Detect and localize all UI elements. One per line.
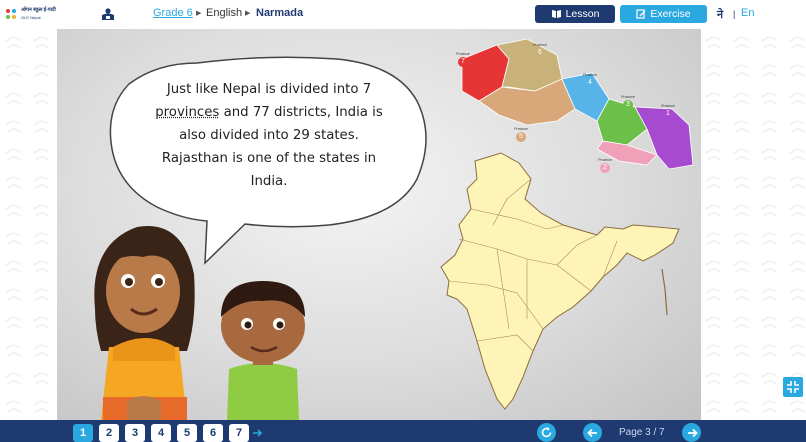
logo-subtitle: OLE Nepal	[21, 15, 41, 20]
page-button-6[interactable]: 6	[203, 424, 223, 442]
book-icon	[551, 10, 561, 18]
india-outline	[440, 152, 680, 410]
fullscreen-toggle-button[interactable]	[783, 377, 803, 397]
breadcrumb-separator-icon: ▶	[245, 10, 251, 17]
breadcrumb-lesson: Narmada	[256, 7, 304, 19]
next-page-button[interactable]	[682, 423, 701, 442]
edit-icon	[636, 9, 646, 19]
speech-line-4: Rajasthan is one of the states in	[161, 151, 377, 166]
replay-button[interactable]	[537, 423, 556, 442]
language-nepali[interactable]: ने	[717, 7, 723, 22]
page-indicator: Page 3 / 7	[619, 427, 665, 438]
page-button-1[interactable]: 1	[73, 424, 93, 442]
page-strip-arrow-icon[interactable]	[252, 427, 264, 439]
speech-line-1: Just like Nepal is divided into 7	[166, 82, 372, 97]
lesson-slide: Province 7 Province 6 Province 4 Provinc…	[57, 29, 701, 420]
speech-line-3: also divided into 29 states.	[179, 128, 359, 143]
speech-line-5: India.	[250, 174, 288, 189]
page-button-3[interactable]: 3	[125, 424, 145, 442]
logo-title: ओपन स्कूल ई-पाटी	[21, 7, 56, 13]
glossary-word-provinces[interactable]: provinces	[155, 105, 219, 120]
breadcrumb-separator-icon: ▶	[196, 10, 202, 17]
previous-page-button[interactable]	[583, 423, 602, 442]
breadcrumb-grade[interactable]: Grade 6	[153, 7, 193, 19]
lesson-button[interactable]: Lesson	[535, 5, 615, 23]
replay-icon	[541, 427, 552, 438]
breadcrumb-subject[interactable]: English	[206, 7, 242, 19]
page-button-5[interactable]: 5	[177, 424, 197, 442]
language-english[interactable]: En	[741, 7, 754, 19]
page-button-7[interactable]: 7	[229, 424, 249, 442]
speech-line-2: and 77 districts, India is	[219, 105, 383, 120]
arrow-left-icon	[586, 428, 597, 437]
exercise-button[interactable]: Exercise	[620, 5, 707, 23]
andaman-islands	[661, 268, 668, 316]
language-separator: |	[733, 9, 736, 19]
page-button-4[interactable]: 4	[151, 424, 171, 442]
ole-logo[interactable]: ओपन स्कूल ई-पाटी OLE Nepal	[4, 5, 84, 23]
collapse-icon	[787, 381, 799, 393]
lesson-button-label: Lesson	[565, 8, 600, 20]
top-bar: ओपन स्कूल ई-पाटी OLE Nepal Grade 6 ▶ Eng…	[0, 0, 806, 28]
exercise-button-label: Exercise	[650, 8, 691, 20]
speech-bubble-text: Just like Nepal is divided into 7 provin…	[134, 78, 404, 193]
page-button-2[interactable]: 2	[99, 424, 119, 442]
logo-icon	[6, 9, 16, 19]
arrow-right-icon	[687, 428, 698, 437]
student-home-icon[interactable]	[101, 8, 115, 21]
